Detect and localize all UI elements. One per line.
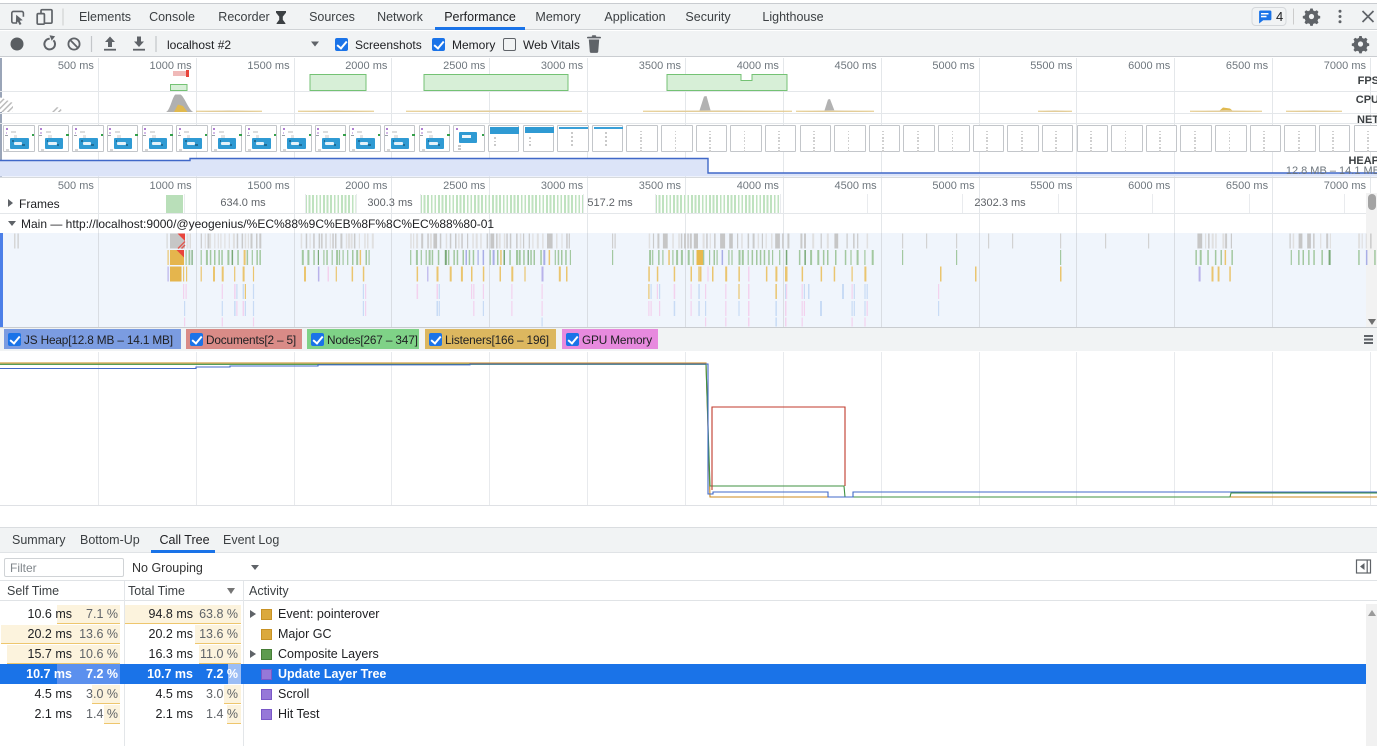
svg-text:4: 4 — [1276, 9, 1283, 24]
